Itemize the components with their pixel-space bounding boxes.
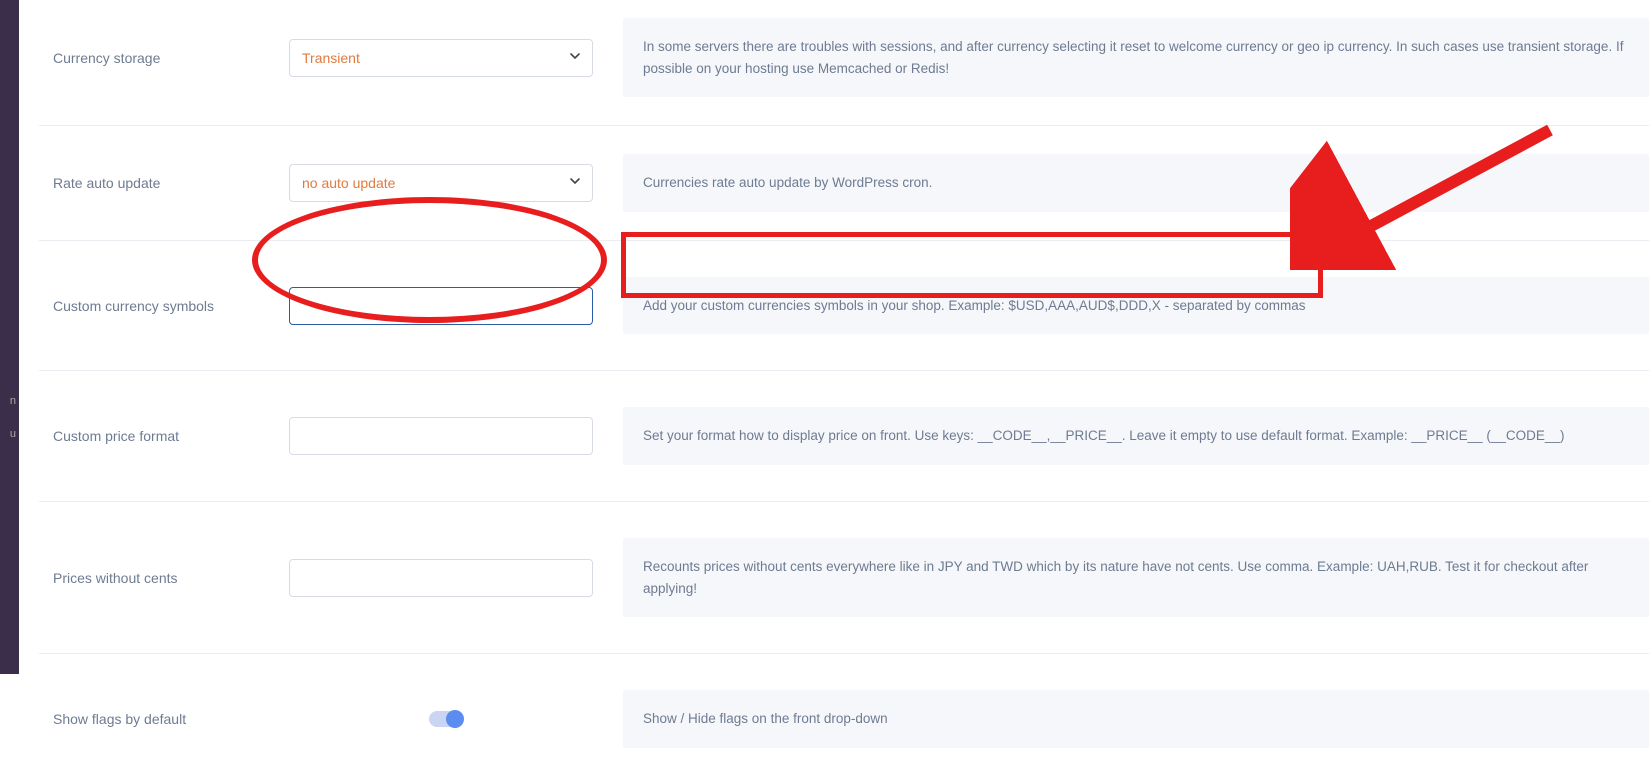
- label-show-flags: Show flags by default: [39, 711, 289, 727]
- toggle-knob: [446, 710, 464, 728]
- toggle-show-flags[interactable]: [429, 711, 463, 727]
- control-custom-currency-symbols: [289, 287, 609, 325]
- admin-sidebar: n u: [0, 0, 19, 674]
- input-custom-currency-symbols[interactable]: [289, 287, 593, 325]
- sidebar-fragment: u: [10, 428, 16, 440]
- control-show-flags: [289, 711, 609, 727]
- help-rate-auto-update: Currencies rate auto update by WordPress…: [623, 154, 1649, 212]
- select-currency-storage[interactable]: Transient: [289, 39, 593, 77]
- row-custom-currency-symbols: Custom currency symbols Add your custom …: [39, 241, 1649, 372]
- help-custom-currency-symbols: Add your custom currencies symbols in yo…: [623, 277, 1649, 335]
- row-currency-storage: Currency storage Transient In some serve…: [39, 0, 1649, 126]
- control-currency-storage: Transient: [289, 39, 609, 77]
- settings-panel: Currency storage Transient In some serve…: [19, 0, 1649, 674]
- control-prices-without-cents: [289, 559, 609, 597]
- label-prices-without-cents: Prices without cents: [39, 570, 289, 586]
- label-rate-auto-update: Rate auto update: [39, 175, 289, 191]
- input-custom-price-format[interactable]: [289, 417, 593, 455]
- row-rate-auto-update: Rate auto update no auto update Currenci…: [39, 126, 1649, 241]
- control-rate-auto-update: no auto update: [289, 164, 609, 202]
- control-custom-price-format: [289, 417, 609, 455]
- help-custom-price-format: Set your format how to display price on …: [623, 407, 1649, 465]
- sidebar-fragment: n: [10, 395, 16, 407]
- help-show-flags: Show / Hide flags on the front drop-down: [623, 690, 1649, 748]
- row-prices-without-cents: Prices without cents Recounts prices wit…: [39, 502, 1649, 654]
- input-prices-without-cents[interactable]: [289, 559, 593, 597]
- select-rate-auto-update[interactable]: no auto update: [289, 164, 593, 202]
- label-currency-storage: Currency storage: [39, 50, 289, 66]
- help-prices-without-cents: Recounts prices without cents everywhere…: [623, 538, 1649, 617]
- label-custom-currency-symbols: Custom currency symbols: [39, 298, 289, 314]
- label-custom-price-format: Custom price format: [39, 428, 289, 444]
- row-custom-price-format: Custom price format Set your format how …: [39, 371, 1649, 502]
- help-currency-storage: In some servers there are troubles with …: [623, 18, 1649, 97]
